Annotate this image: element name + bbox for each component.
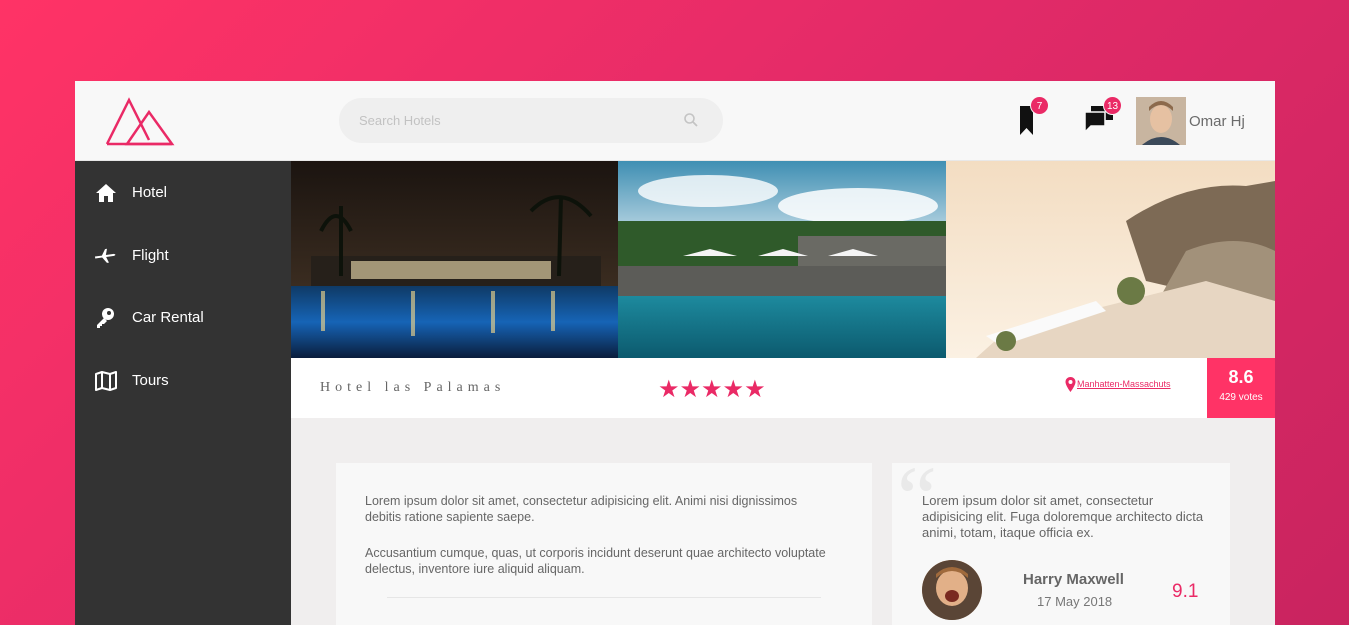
search-icon[interactable] xyxy=(683,112,699,128)
sea-terrace-image xyxy=(946,161,1275,358)
rating-box: 8.6 429 votes xyxy=(1207,358,1275,418)
description-paragraph-1: Lorem ipsum dolor sit amet, consectetur … xyxy=(365,494,798,524)
search-input[interactable] xyxy=(339,98,659,143)
sidebar-item-tours[interactable]: Tours xyxy=(75,355,291,405)
map-icon xyxy=(95,371,117,391)
location-text: Manhatten-Massachuts xyxy=(1077,379,1171,389)
location-link[interactable]: Manhatten-Massachuts xyxy=(1065,377,1171,392)
sidebar-item-label: Tours xyxy=(132,372,169,389)
hotel-name: Hotel las Palamas xyxy=(320,380,506,395)
key-icon xyxy=(97,308,114,328)
sidebar-item-car-rental[interactable]: Car Rental xyxy=(75,292,291,342)
sidebar-item-flight[interactable]: Flight xyxy=(75,230,291,280)
hotel-score: 8.6 xyxy=(1228,367,1254,387)
sidebar-item-label: Hotel xyxy=(132,184,168,201)
hotel-votes: 429 votes xyxy=(1219,392,1263,403)
user-photo-icon xyxy=(1136,97,1186,145)
logo-icon[interactable] xyxy=(105,96,175,146)
sidebar-nav: Hotel Flight Car Rental Tours xyxy=(75,161,291,625)
description-paragraph-2: Accusantium cumque, quas, ut corporis in… xyxy=(365,546,826,576)
home-icon xyxy=(96,184,116,202)
star-rating: ★★★★★ xyxy=(658,376,766,403)
review-text: Lorem ipsum dolor sit amet, consectetur … xyxy=(922,493,1204,540)
night-pool-image xyxy=(291,161,618,358)
messages-count-badge: 13 xyxy=(1103,96,1122,115)
top-header: 7 13 Omar Hj xyxy=(75,81,1275,161)
review-score: 9.1 xyxy=(1172,581,1199,602)
reviewer-avatar[interactable] xyxy=(922,560,982,620)
card-divider xyxy=(387,597,821,598)
bookmarks-count-badge: 7 xyxy=(1030,96,1049,115)
app-window: 7 13 Omar Hj Hotel xyxy=(75,81,1275,625)
search-box xyxy=(339,98,723,143)
review-card: “ Lorem ipsum dolor sit amet, consectetu… xyxy=(892,449,1230,625)
day-pool-image xyxy=(618,161,946,358)
bookmarks-button[interactable]: 7 xyxy=(1013,96,1053,143)
sidebar-item-label: Flight xyxy=(132,247,169,264)
sidebar-item-hotel[interactable]: Hotel xyxy=(75,167,291,217)
hotel-photo-sea-terrace[interactable] xyxy=(946,161,1275,358)
review-date: 17 May 2018 xyxy=(1037,594,1113,609)
user-avatar[interactable] xyxy=(1136,97,1186,145)
user-name[interactable]: Omar Hj xyxy=(1189,113,1245,130)
description-card: Lorem ipsum dolor sit amet, consectetur … xyxy=(336,463,872,625)
plane-icon xyxy=(94,248,116,263)
hotel-photo-day-pool[interactable] xyxy=(618,161,946,358)
reviewer-name: Harry Maxwell xyxy=(1023,571,1124,588)
hotel-photo-night-pool[interactable] xyxy=(291,161,618,358)
sidebar-item-label: Car Rental xyxy=(132,309,204,326)
location-pin-icon xyxy=(1065,377,1076,392)
messages-button[interactable]: 13 xyxy=(1079,96,1129,141)
hotel-photo-gallery xyxy=(291,161,1275,358)
reviewer-photo-icon xyxy=(922,560,982,620)
hotel-info-bar: Hotel las Palamas ★★★★★ Manhatten-Massac… xyxy=(291,358,1275,418)
